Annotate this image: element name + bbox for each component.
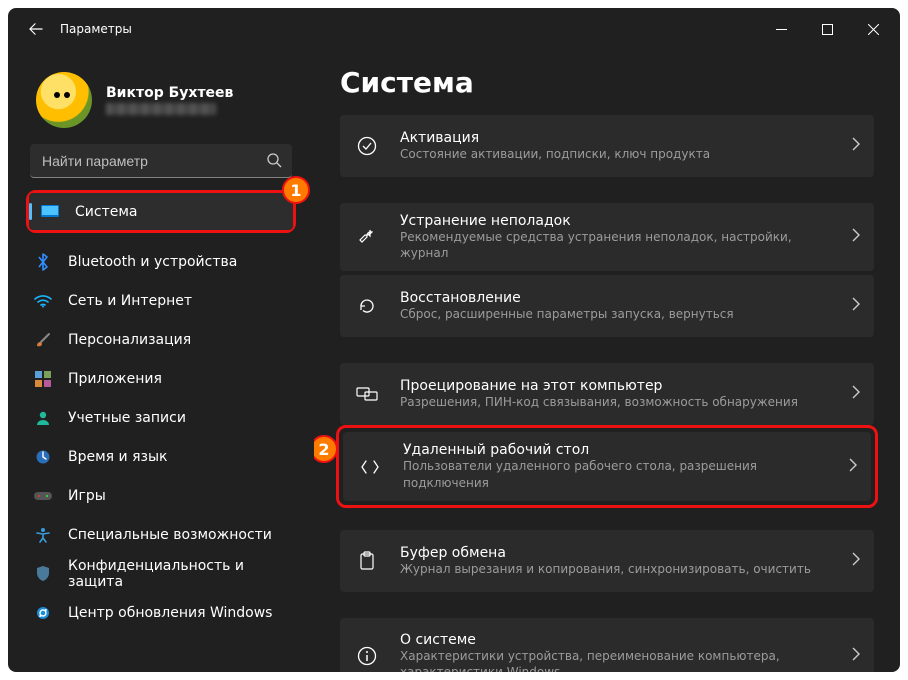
- maximize-icon: [822, 24, 833, 35]
- annotation-badge-1: 1: [282, 176, 310, 204]
- card-projecting[interactable]: Проецирование на этот компьютерРазрешени…: [340, 363, 874, 425]
- card-sub: Состояние активации, подписки, ключ прод…: [400, 146, 830, 162]
- card-sub: Рекомендуемые средства устранения непола…: [400, 229, 830, 261]
- search-input[interactable]: [30, 144, 292, 178]
- card-remote-desktop[interactable]: Удаленный рабочий столПользователи удале…: [343, 432, 871, 500]
- card-title: Активация: [400, 130, 830, 146]
- sidebar-item-label: Учетные записи: [68, 410, 186, 426]
- bluetooth-icon: [34, 253, 52, 271]
- app-title: Параметры: [60, 22, 132, 36]
- card-title: О системе: [400, 632, 830, 648]
- sidebar-item-label: Сеть и Интернет: [68, 293, 192, 309]
- chevron-right-icon: [849, 458, 857, 476]
- chevron-right-icon: [852, 385, 860, 403]
- card-sub: Журнал вырезания и копирования, синхрони…: [400, 561, 830, 577]
- chevron-right-icon: [852, 228, 860, 246]
- card-title: Проецирование на этот компьютер: [400, 378, 830, 394]
- chevron-right-icon: [852, 647, 860, 665]
- page-title: Система: [340, 66, 874, 99]
- apps-icon: [34, 370, 52, 388]
- accessibility-icon: [34, 526, 52, 544]
- sidebar-item-label: Игры: [68, 488, 106, 504]
- annotation-badge-2: 2: [314, 435, 338, 463]
- wifi-icon: [34, 292, 52, 310]
- update-icon: [34, 604, 52, 622]
- sidebar-item-label: Конфиденциальность и защита: [68, 558, 288, 590]
- shield-icon: [34, 565, 52, 583]
- back-button[interactable]: [22, 15, 50, 43]
- brush-icon: [34, 331, 52, 349]
- card-title: Удаленный рабочий стол: [403, 442, 827, 458]
- sidebar-item-bluetooth[interactable]: Bluetooth и устройства: [22, 243, 300, 280]
- sidebar-item-label: Персонализация: [68, 332, 191, 348]
- sidebar-item-time-language[interactable]: Время и язык: [22, 438, 300, 475]
- card-about[interactable]: О системеХарактеристики устройства, пере…: [340, 618, 874, 672]
- search-icon: [266, 152, 282, 172]
- card-sub: Сброс, расширенные параметры запуска, ве…: [400, 306, 830, 322]
- main-content: Система АктивацияСостояние активации, по…: [314, 50, 900, 672]
- card-sub: Характеристики устройства, переименовани…: [400, 648, 830, 672]
- chevron-right-icon: [852, 552, 860, 570]
- clock-globe-icon: [34, 448, 52, 466]
- minimize-icon: [776, 24, 787, 35]
- sidebar-item-accessibility[interactable]: Специальные возможности: [22, 516, 300, 553]
- username: Виктор Бухтеев: [106, 85, 233, 101]
- chevron-right-icon: [852, 297, 860, 315]
- card-sub: Пользователи удаленного рабочего стола, …: [403, 458, 827, 490]
- sidebar-item-apps[interactable]: Приложения: [22, 360, 300, 397]
- close-icon: [868, 24, 879, 35]
- card-title: Восстановление: [400, 290, 830, 306]
- sidebar-item-label: Система: [75, 204, 137, 220]
- sidebar-item-privacy[interactable]: Конфиденциальность и защита: [22, 555, 300, 592]
- sidebar-item-gaming[interactable]: Игры: [22, 477, 300, 514]
- sidebar-item-update[interactable]: Центр обновления Windows: [22, 594, 300, 631]
- card-recovery[interactable]: ВосстановлениеСброс, расширенные парамет…: [340, 275, 874, 337]
- profile-block[interactable]: Виктор Бухтеев: [16, 58, 306, 144]
- close-button[interactable]: [850, 13, 896, 45]
- sidebar-item-label: Приложения: [68, 371, 162, 387]
- sidebar-item-personalization[interactable]: Персонализация: [22, 321, 300, 358]
- back-arrow-icon: [29, 22, 43, 36]
- display-icon: [41, 203, 59, 221]
- gamepad-icon: [34, 487, 52, 505]
- remote-desktop-icon: [359, 459, 381, 475]
- settings-window: Параметры Виктор Бухтеев: [8, 8, 900, 672]
- sidebar-item-label: Bluetooth и устройства: [68, 254, 237, 270]
- card-activation[interactable]: АктивацияСостояние активации, подписки, …: [340, 115, 874, 177]
- sidebar: Виктор Бухтеев 1 Система: [8, 50, 314, 672]
- avatar: [36, 72, 92, 128]
- wrench-icon: [356, 227, 378, 247]
- sidebar-item-accounts[interactable]: Учетные записи: [22, 399, 300, 436]
- card-title: Буфер обмена: [400, 545, 830, 561]
- email-redacted: [106, 103, 216, 115]
- titlebar: Параметры: [8, 8, 900, 50]
- chevron-right-icon: [852, 137, 860, 155]
- maximize-button[interactable]: [804, 13, 850, 45]
- clipboard-icon: [356, 551, 378, 571]
- sidebar-item-system[interactable]: Система: [29, 193, 293, 230]
- info-icon: [356, 646, 378, 666]
- sidebar-item-label: Время и язык: [68, 449, 167, 465]
- person-icon: [34, 409, 52, 427]
- projecting-icon: [356, 385, 378, 403]
- card-sub: Разрешения, ПИН-код связывания, возможно…: [400, 394, 830, 410]
- recovery-icon: [356, 296, 378, 316]
- check-circle-icon: [356, 136, 378, 156]
- sidebar-item-label: Центр обновления Windows: [68, 605, 272, 621]
- card-troubleshoot[interactable]: Устранение неполадокРекомендуемые средст…: [340, 203, 874, 271]
- card-title: Устранение неполадок: [400, 213, 830, 229]
- sidebar-item-network[interactable]: Сеть и Интернет: [22, 282, 300, 319]
- sidebar-item-label: Специальные возможности: [68, 527, 272, 543]
- minimize-button[interactable]: [758, 13, 804, 45]
- card-clipboard[interactable]: Буфер обменаЖурнал вырезания и копирован…: [340, 530, 874, 592]
